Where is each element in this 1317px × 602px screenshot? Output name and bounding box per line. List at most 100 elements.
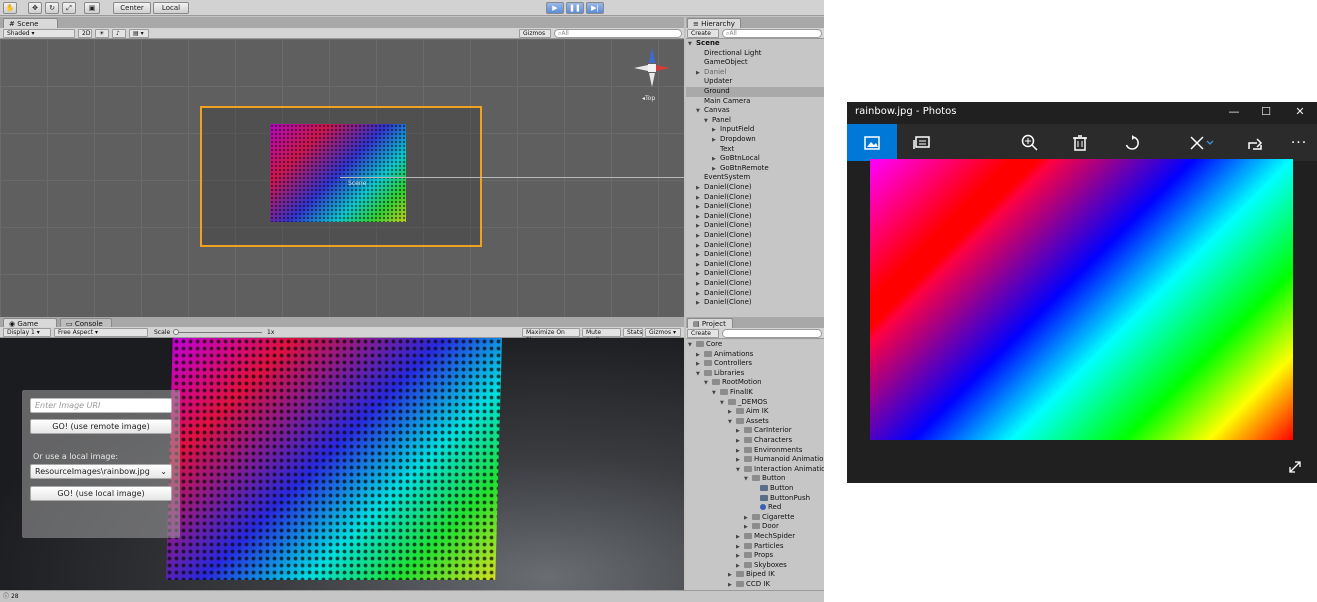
hierarchy-item[interactable]: Ground <box>686 87 824 97</box>
project-item[interactable]: ▶ Characters <box>686 436 792 446</box>
project-item[interactable]: ▶ Biped IK <box>686 570 775 580</box>
local-image-select[interactable]: ResourceImages\rainbow.jpg ⌄ <box>30 464 172 479</box>
pivot-local-button[interactable]: Local <box>153 2 189 14</box>
scale-slider[interactable] <box>174 332 262 333</box>
delete-icon[interactable] <box>1055 124 1105 161</box>
hierarchy-item[interactable]: ▼ Scene <box>686 39 720 49</box>
stats-toggle[interactable]: Stats <box>623 328 643 337</box>
hierarchy-item[interactable]: ▼ Panel <box>686 116 731 126</box>
scene-viewport[interactable]: Scene ◂Top <box>0 39 684 317</box>
project-item[interactable]: ▼ Interaction Animatio <box>686 465 824 475</box>
step-button[interactable]: ▶| <box>586 2 604 14</box>
hierarchy-item[interactable]: ▶ GoBtnLocal <box>686 154 760 164</box>
pause-button[interactable]: ❚❚ <box>566 2 584 14</box>
orientation-gizmo-icon[interactable] <box>632 45 674 99</box>
hierarchy-item[interactable]: Text <box>686 145 734 155</box>
remote-image-button[interactable]: GO! (use remote image) <box>30 419 172 434</box>
display-select[interactable]: Display 1 ▾ <box>3 328 51 337</box>
project-item[interactable]: Red <box>686 503 781 513</box>
project-item[interactable]: ▼ Assets <box>686 417 769 427</box>
project-item[interactable]: ▶ Aim IK <box>686 407 768 417</box>
mode-2d-toggle[interactable]: 2D <box>78 29 92 38</box>
project-item[interactable]: ▼ Core <box>686 340 722 350</box>
scene-effects-icon[interactable]: ▤ ▾ <box>129 29 149 38</box>
maximize-icon[interactable]: ☐ <box>1251 104 1281 120</box>
project-item[interactable]: ▶ Props <box>686 551 773 561</box>
project-item[interactable]: ▼ RootMotion <box>686 378 762 388</box>
play-button[interactable]: ▶ <box>546 2 564 14</box>
project-item[interactable]: ▶ Door <box>686 522 779 532</box>
aspect-select[interactable]: Free Aspect ▾ <box>54 328 148 337</box>
slideshow-icon[interactable] <box>897 124 947 161</box>
scene-search-input[interactable]: ⌕All <box>554 29 682 38</box>
hierarchy-search-input[interactable]: ⌕All <box>722 29 822 38</box>
minimize-icon[interactable]: — <box>1219 104 1249 120</box>
scene-lighting-icon[interactable]: ☀ <box>95 29 109 38</box>
project-item[interactable]: ▶ Skyboxes <box>686 561 787 571</box>
hierarchy-item[interactable]: ▶ Daniel(Clone) <box>686 250 752 260</box>
project-item[interactable]: ▼ FinalIK <box>686 388 753 398</box>
edit-icon[interactable] <box>1177 124 1227 161</box>
more-icon[interactable]: ··· <box>1274 124 1317 161</box>
project-item[interactable]: ▶ CarInterior <box>686 426 792 436</box>
local-image-button[interactable]: GO! (use local image) <box>30 486 172 501</box>
hierarchy-item[interactable]: ▶ Daniel(Clone) <box>686 193 752 203</box>
collapsed-arrow-icon[interactable]: ▶ <box>696 299 704 309</box>
hierarchy-item[interactable]: ▶ InputField <box>686 125 754 135</box>
hierarchy-item[interactable]: ▶ Daniel(Clone) <box>686 289 752 299</box>
project-item[interactable]: ▶ Animations <box>686 350 753 360</box>
collapsed-arrow-icon[interactable]: ▶ <box>728 581 736 590</box>
hierarchy-item[interactable]: Directional Light <box>686 49 762 59</box>
maximize-on-play-toggle[interactable]: Maximize On Play <box>522 328 580 344</box>
project-item[interactable]: ButtonPush <box>686 494 810 504</box>
scene-gizmos-menu[interactable]: Gizmos ▾ <box>519 29 551 45</box>
rotate-icon[interactable] <box>1107 124 1157 161</box>
hierarchy-item[interactable]: ▶ Daniel(Clone) <box>686 241 752 251</box>
hierarchy-item[interactable]: ▶ Daniel(Clone) <box>686 279 752 289</box>
rainbow-image[interactable] <box>870 159 1293 440</box>
project-item[interactable]: ▶ Environments <box>686 446 802 456</box>
project-item[interactable]: ▶ MechSpider <box>686 532 795 542</box>
shading-mode-select[interactable]: Shaded ▾ <box>3 29 75 38</box>
scale-slider-thumb[interactable] <box>173 329 179 335</box>
project-item[interactable]: ▶ CCD IK <box>686 580 770 590</box>
image-uri-input[interactable]: Enter Image URI <box>30 398 172 413</box>
mute-audio-toggle[interactable]: Mute Audio <box>582 328 621 344</box>
hierarchy-create-menu[interactable]: Create ▾ <box>687 29 719 45</box>
project-item[interactable]: ▶ Controllers <box>686 359 752 369</box>
project-item[interactable]: ▶ Cigarette <box>686 513 794 523</box>
hierarchy-item[interactable]: ▶ Daniel <box>686 68 726 78</box>
hierarchy-item[interactable]: ▼ Canvas <box>686 106 730 116</box>
hierarchy-item[interactable]: ▶ Daniel(Clone) <box>686 298 752 308</box>
project-item[interactable]: Button <box>686 484 793 494</box>
close-icon[interactable]: ✕ <box>1285 104 1315 120</box>
hierarchy-item[interactable]: Updater <box>686 77 732 87</box>
hand-tool-icon[interactable]: ✋ <box>3 2 17 14</box>
hierarchy-item[interactable]: ▶ Daniel(Clone) <box>686 183 752 193</box>
hierarchy-item[interactable]: ▶ Daniel(Clone) <box>686 212 752 222</box>
game-gizmos-menu[interactable]: Gizmos ▾ <box>645 328 681 337</box>
project-search-input[interactable] <box>722 329 822 338</box>
project-create-menu[interactable]: Create ▾ <box>687 329 719 345</box>
hierarchy-item[interactable]: EventSystem <box>686 173 750 183</box>
scene-audio-icon[interactable]: ♪ <box>112 29 126 38</box>
project-item[interactable]: ▶ Humanoid Animation <box>686 455 824 465</box>
rect-tool-icon[interactable]: ▣ <box>84 2 100 14</box>
hierarchy-item[interactable]: ▶ GoBtnRemote <box>686 164 769 174</box>
pivot-center-button[interactable]: Center <box>113 2 151 14</box>
fullscreen-icon[interactable] <box>1288 459 1302 478</box>
rotate-tool-icon[interactable]: ↻ <box>45 2 59 14</box>
hierarchy-item[interactable]: ▶ Daniel(Clone) <box>686 202 752 212</box>
hierarchy-item[interactable]: ▶ Dropdown <box>686 135 756 145</box>
hierarchy-item[interactable]: GameObject <box>686 58 748 68</box>
scale-tool-icon[interactable]: ⤢ <box>62 2 76 14</box>
hierarchy-item[interactable]: ▶ Daniel(Clone) <box>686 260 752 270</box>
project-item[interactable]: ▼ Libraries <box>686 369 744 379</box>
hierarchy-item[interactable]: ▶ Daniel(Clone) <box>686 221 752 231</box>
project-item[interactable]: ▼ _DEMOS <box>686 398 767 408</box>
hierarchy-item[interactable]: ▶ Daniel(Clone) <box>686 269 752 279</box>
share-icon[interactable] <box>1230 124 1280 161</box>
project-item[interactable]: ▼ Button <box>686 474 785 484</box>
move-tool-icon[interactable]: ✥ <box>28 2 42 14</box>
hierarchy-item[interactable]: ▶ Daniel(Clone) <box>686 231 752 241</box>
